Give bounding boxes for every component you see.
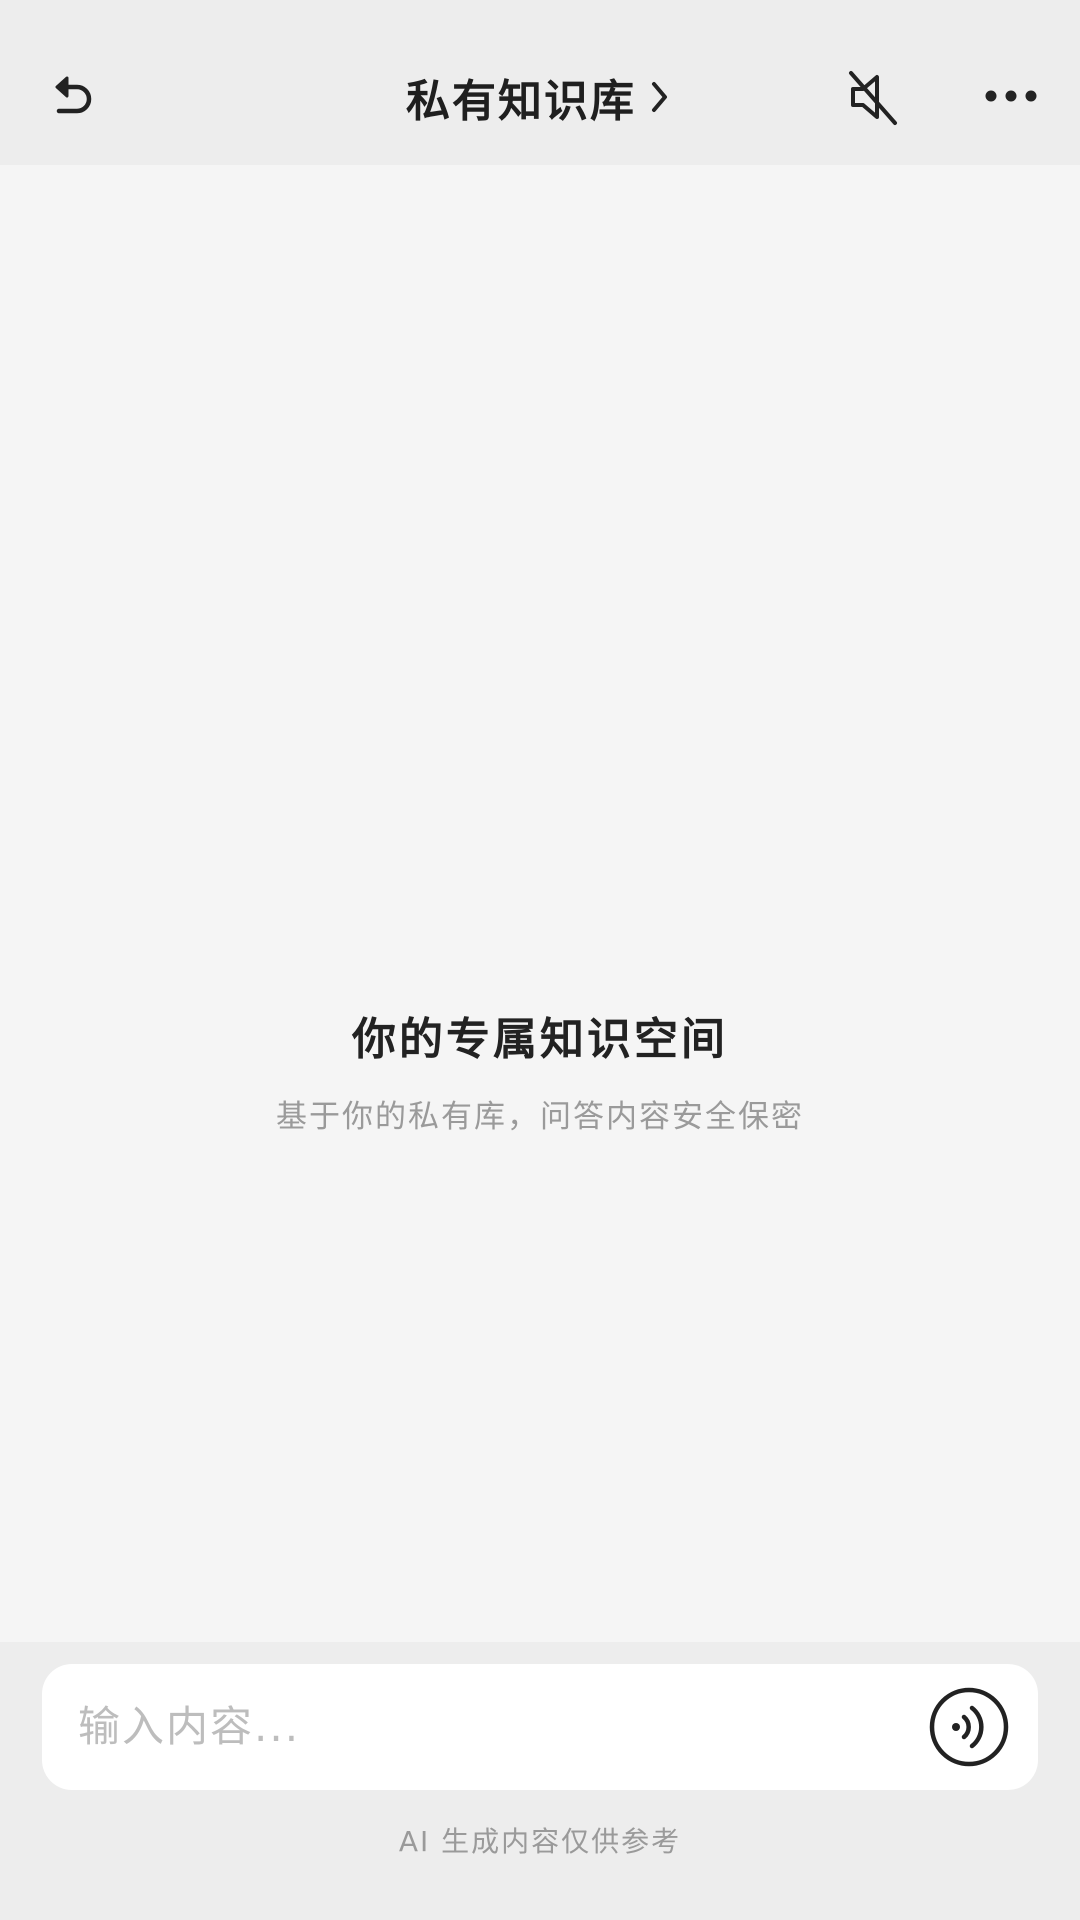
top-nav-bar: 私有知识库 (0, 0, 1080, 165)
mute-button[interactable] (838, 62, 908, 132)
message-input[interactable]: 输入内容... (42, 1664, 1038, 1790)
more-horizontal-icon (985, 90, 1037, 102)
voice-input-icon (929, 1687, 1009, 1767)
page-title: 私有知识库 (406, 76, 636, 127)
empty-state-title: 你的专属知识空间 (352, 1014, 728, 1065)
chat-page: 私有知识库 你的专属知识空间 基于你的私有库，问答内容安全保密 输入内容... … (0, 0, 1080, 1920)
composer-bar: 输入内容... AI 生成内容仅供参考 (0, 1642, 1080, 1920)
ai-disclaimer: AI 生成内容仅供参考 (398, 1825, 682, 1858)
more-options-button[interactable] (976, 66, 1046, 126)
chevron-right-icon (646, 77, 674, 117)
knowledge-base-title-button[interactable]: 私有知识库 (0, 62, 1080, 132)
empty-state-subtitle: 基于你的私有库，问答内容安全保密 (276, 1099, 804, 1135)
voice-input-button[interactable] (926, 1684, 1012, 1770)
empty-state: 你的专属知识空间 基于你的私有库，问答内容安全保密 (0, 1005, 1080, 1139)
message-input-placeholder: 输入内容... (78, 1702, 301, 1751)
speaker-muted-icon (849, 71, 897, 125)
